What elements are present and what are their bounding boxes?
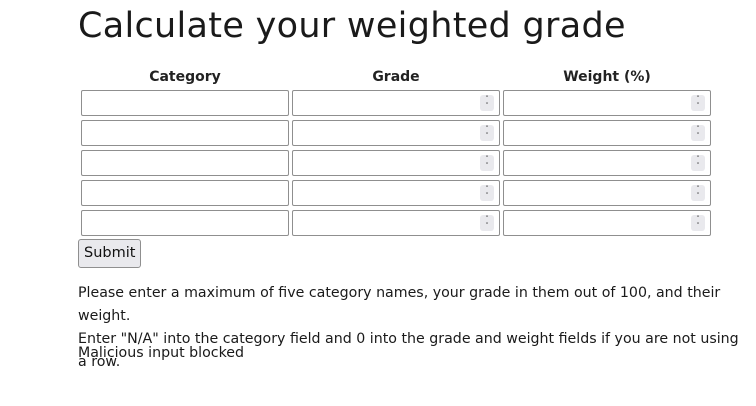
instructions-line-1: Please enter a maximum of five category …: [78, 285, 721, 324]
column-header-category: Category: [149, 69, 221, 85]
grade-cell: ˄ ˅: [292, 210, 500, 236]
grade-cell: ˄ ˅: [292, 90, 500, 116]
submit-button[interactable]: Submit: [78, 239, 142, 268]
chevron-down-icon[interactable]: ˅: [696, 193, 700, 200]
grade-input[interactable]: ˄ ˅: [292, 150, 500, 176]
category-input[interactable]: [81, 150, 289, 176]
weight-input[interactable]: ˄ ˅: [503, 150, 711, 176]
category-input[interactable]: [81, 180, 289, 206]
category-cell: [81, 180, 289, 206]
status-message: Malicious input blocked: [78, 345, 245, 361]
weight-cell: ˄ ˅: [503, 210, 711, 236]
chevron-down-icon[interactable]: ˅: [696, 223, 700, 230]
grade-input[interactable]: ˄ ˅: [292, 120, 500, 146]
up-down-chevron-icon[interactable]: ˄ ˅: [480, 155, 494, 171]
page-title: Calculate your weighted grade: [78, 6, 626, 46]
chevron-down-icon[interactable]: ˅: [485, 163, 489, 170]
category-input[interactable]: [81, 120, 289, 146]
table-body: ˄ ˅ ˄ ˅ ˄ ˅ ˄ ˅ ˄ ˅ ˄ ˅ ˄ ˅ ˄ ˅ ˄ ˅ ˄ ˅: [81, 90, 711, 236]
weight-cell: ˄ ˅: [503, 90, 711, 116]
grade-cell: ˄ ˅: [292, 180, 500, 206]
chevron-down-icon[interactable]: ˅: [485, 133, 489, 140]
grade-input[interactable]: ˄ ˅: [292, 210, 500, 236]
category-cell: [81, 120, 289, 146]
up-down-chevron-icon[interactable]: ˄ ˅: [691, 95, 705, 111]
grade-cell: ˄ ˅: [292, 150, 500, 176]
chevron-down-icon[interactable]: ˅: [696, 133, 700, 140]
grade-table: Category Grade Weight (%) ˄ ˅ ˄ ˅ ˄ ˅ ˄ ˅ ˄ ˅ ˄ ˅ ˄ ˅…: [78, 64, 714, 240]
weight-cell: ˄ ˅: [503, 180, 711, 206]
category-cell: [81, 90, 289, 116]
category-input[interactable]: [81, 210, 289, 236]
table-row: ˄ ˅ ˄ ˅: [81, 120, 711, 146]
category-cell: [81, 150, 289, 176]
column-header-grade: Grade: [372, 69, 420, 85]
chevron-down-icon[interactable]: ˅: [485, 193, 489, 200]
up-down-chevron-icon[interactable]: ˄ ˅: [691, 155, 705, 171]
up-down-chevron-icon[interactable]: ˄ ˅: [480, 215, 494, 231]
up-down-chevron-icon[interactable]: ˄ ˅: [691, 125, 705, 141]
table-row: ˄ ˅ ˄ ˅: [81, 210, 711, 236]
up-down-chevron-icon[interactable]: ˄ ˅: [480, 95, 494, 111]
grade-input[interactable]: ˄ ˅: [292, 90, 500, 116]
up-down-chevron-icon[interactable]: ˄ ˅: [691, 215, 705, 231]
table-row: ˄ ˅ ˄ ˅: [81, 150, 711, 176]
weight-input[interactable]: ˄ ˅: [503, 120, 711, 146]
weight-cell: ˄ ˅: [503, 150, 711, 176]
chevron-down-icon[interactable]: ˅: [485, 223, 489, 230]
up-down-chevron-icon[interactable]: ˄ ˅: [480, 185, 494, 201]
category-input[interactable]: [81, 90, 289, 116]
weight-input[interactable]: ˄ ˅: [503, 180, 711, 206]
grade-cell: ˄ ˅: [292, 120, 500, 146]
weight-cell: ˄ ˅: [503, 120, 711, 146]
up-down-chevron-icon[interactable]: ˄ ˅: [480, 125, 494, 141]
table-row: ˄ ˅ ˄ ˅: [81, 180, 711, 206]
chevron-down-icon[interactable]: ˅: [696, 103, 700, 110]
table-row: ˄ ˅ ˄ ˅: [81, 90, 711, 116]
up-down-chevron-icon[interactable]: ˄ ˅: [691, 185, 705, 201]
chevron-down-icon[interactable]: ˅: [485, 103, 489, 110]
grade-input[interactable]: ˄ ˅: [292, 180, 500, 206]
weight-input[interactable]: ˄ ˅: [503, 210, 711, 236]
weight-input[interactable]: ˄ ˅: [503, 90, 711, 116]
table-header-row: Category Grade Weight (%): [81, 68, 711, 86]
chevron-down-icon[interactable]: ˅: [696, 163, 700, 170]
column-header-weight: Weight (%): [563, 69, 651, 85]
category-cell: [81, 210, 289, 236]
